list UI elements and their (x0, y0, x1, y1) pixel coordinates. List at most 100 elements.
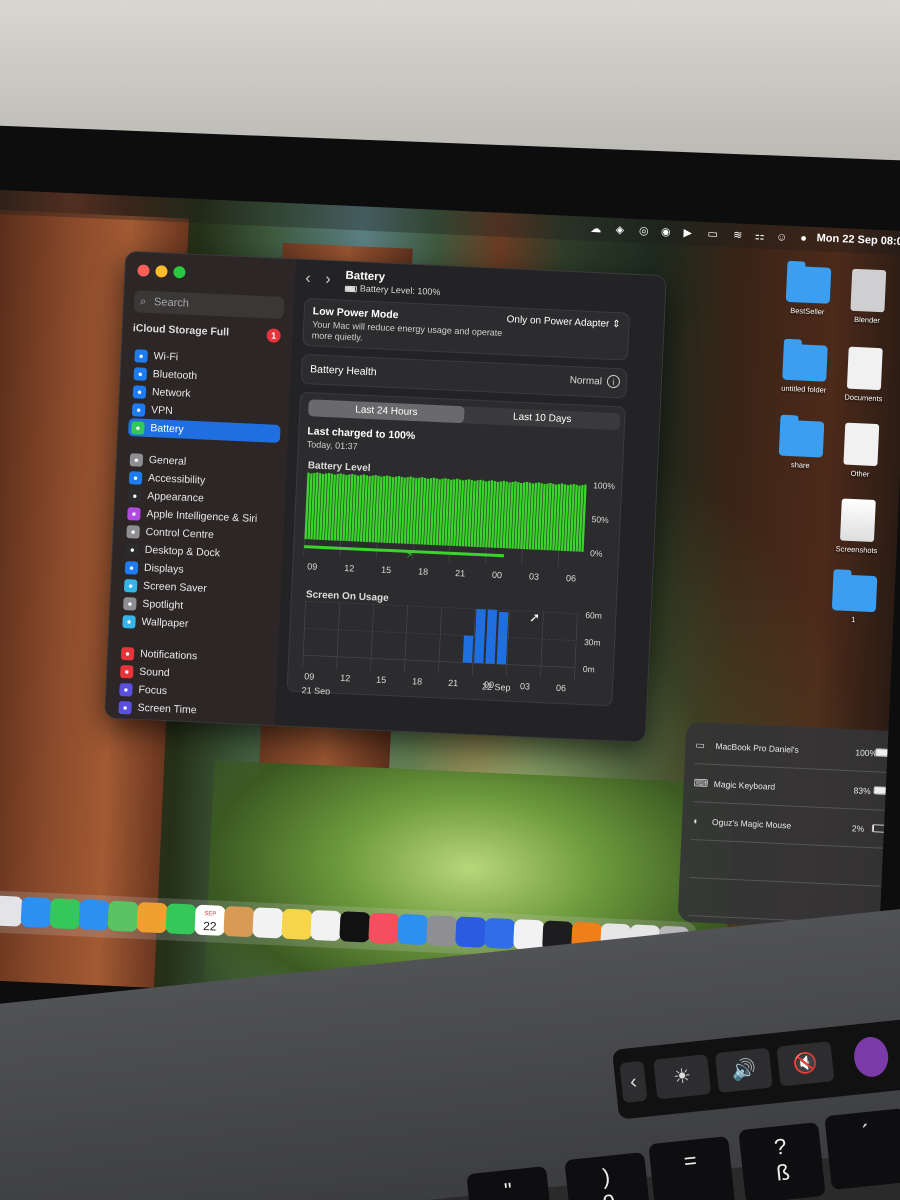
low-power-mode-value: Only on Power Adapter (506, 314, 610, 330)
tv-app-icon[interactable] (339, 911, 371, 943)
desktop-item-documents[interactable]: Documents (833, 346, 895, 404)
screen-saver-icon: ● (123, 579, 138, 593)
vpn-icon: ● (131, 403, 146, 417)
sidebar-item-label: Network (151, 386, 191, 400)
launchpad-app-icon[interactable] (0, 895, 23, 927)
facetime-app-icon[interactable] (165, 903, 197, 935)
sidebar-item-label: Bluetooth (152, 368, 198, 383)
low-power-mode-description: Your Mac will reduce energy usage and op… (311, 319, 503, 343)
sidebar-item-label: Displays (143, 561, 184, 576)
volume-icon[interactable]: 🔊 (714, 1047, 773, 1094)
bluetooth-icon: ● (133, 367, 148, 381)
usage-history-card: Last 24 Hours Last 10 Days Last charged … (286, 391, 626, 707)
desktop-item-share[interactable]: share (770, 419, 832, 471)
nordvpn-app-icon[interactable] (455, 916, 487, 948)
security-icon[interactable]: ◈ (613, 223, 628, 238)
sidebar-item-label: Accessibility (147, 472, 206, 487)
maps-app-icon[interactable] (107, 900, 139, 933)
x-tick-label: 18 (412, 676, 422, 686)
system-settings-app-icon[interactable] (426, 915, 458, 947)
desktop-item-label: Screenshots (835, 544, 878, 556)
keyboard-key[interactable]: = (648, 1136, 736, 1200)
x-tick-label: 09 (307, 561, 317, 571)
photos-app-icon[interactable] (136, 901, 168, 934)
grid-line (370, 604, 374, 671)
battery-health-value: Normal (569, 375, 603, 388)
screen-usage-bar (485, 609, 498, 664)
zoom-window-button[interactable] (173, 265, 186, 279)
keyboard-icon: ⌨ (693, 778, 709, 790)
music-app-icon[interactable] (368, 912, 400, 944)
control-centre-icon[interactable]: ⚏ (752, 229, 767, 244)
touchbar-collapse-key[interactable]: ‹ (619, 1060, 648, 1104)
empty-widget-row (689, 848, 900, 888)
minimize-window-button[interactable] (155, 265, 168, 278)
x-tick-label: 21 (448, 678, 458, 688)
vpn-app-icon[interactable] (484, 917, 516, 950)
icloud-storage-alert[interactable]: iCloud Storage Full 1 (132, 322, 283, 345)
desktop-item-blender[interactable]: Blender (837, 268, 899, 326)
messages-app-icon[interactable] (49, 898, 81, 930)
siri-icon[interactable]: ● (796, 231, 811, 246)
search-input[interactable]: ⌕ Search (133, 290, 285, 319)
desktop-item-1[interactable]: 1 (823, 574, 885, 626)
desktop-item-screenshots[interactable]: Screenshots (826, 498, 888, 556)
screen-usage-bar (496, 611, 509, 665)
device-name: Magic Keyboard (713, 778, 776, 792)
dock-icon: ● (125, 543, 140, 557)
charging-track (304, 545, 504, 558)
x-tick-label: 18 (418, 566, 428, 576)
calendar-app-icon[interactable]: SEP 22 (194, 904, 226, 936)
focus-icon: ● (119, 682, 133, 697)
contacts-app-icon[interactable] (223, 905, 255, 938)
cloud-sync-icon[interactable]: ☁ (589, 222, 604, 237)
keyboard-key[interactable]: ? ß (738, 1122, 826, 1200)
screen-usage-bar (462, 635, 474, 663)
desktop-item-bestseller[interactable]: BestSeller (777, 265, 839, 317)
mac-screen: ☁ ◈ ◎ ◉ ▶ ▭ ≋ ⚏ ☺ ● Mon 22 Sep 08:09 ⌕ S… (0, 190, 900, 1021)
menu-bar-clock[interactable]: Mon 22 Sep 08:09 (816, 232, 900, 248)
desktop-item-other[interactable]: Other (830, 422, 892, 480)
battery-icon (344, 285, 358, 292)
chrome-app-icon[interactable] (513, 919, 545, 951)
folder-icon (831, 574, 878, 613)
brightness-icon[interactable]: ☀ (653, 1054, 712, 1100)
siri-icon[interactable] (852, 1035, 891, 1079)
battery-widget: ▭ MacBook Pro Daniel's 100% ⌨ Magic Keyboard… (677, 721, 900, 932)
reminders-app-icon[interactable] (252, 907, 284, 939)
safari-app-icon[interactable] (20, 896, 52, 929)
mail-app-icon[interactable] (78, 899, 110, 931)
creative-cloud-icon[interactable]: ◎ (636, 224, 651, 239)
forward-chevron-icon[interactable]: › (325, 271, 331, 289)
x-tick-label: 15 (376, 675, 386, 685)
info-icon[interactable]: i (606, 374, 621, 389)
back-chevron-icon[interactable]: ‹ (305, 270, 311, 288)
desktop-item-label: share (790, 460, 810, 471)
charging-bolt-icon: ⚡ (406, 549, 414, 561)
notes-app-icon[interactable] (281, 908, 313, 940)
app-store-app-icon[interactable] (397, 913, 429, 946)
battery-level-subtitle: Battery Level: 100% (344, 283, 441, 297)
user-icon[interactable]: ☺ (774, 230, 789, 245)
close-window-button[interactable] (137, 264, 150, 277)
activity-icon[interactable]: ◉ (658, 225, 673, 240)
siri-icon: ● (127, 507, 141, 521)
battery-icon[interactable]: ▭ (702, 227, 723, 242)
icloud-storage-label: iCloud Storage Full (132, 322, 230, 339)
desktop-item-untitled-folder[interactable]: untitled folder (774, 343, 836, 395)
play-icon[interactable]: ▶ (680, 226, 695, 241)
keyboard-key[interactable]: )0 (564, 1152, 652, 1200)
key-symbol: " (503, 1177, 514, 1200)
mute-icon[interactable]: 🔇 (776, 1041, 835, 1087)
document-icon (846, 346, 883, 391)
folder-icon (778, 419, 825, 458)
screen-time-icon: ● (118, 700, 132, 715)
keyboard-key[interactable]: ´ (824, 1108, 900, 1190)
freeform-app-icon[interactable] (310, 909, 342, 942)
notifications-icon: ● (120, 646, 135, 661)
wifi-icon[interactable]: ≋ (730, 228, 745, 243)
low-power-mode-select[interactable]: Only on Power Adapter ⇕ (506, 314, 620, 330)
screen-usage-bar (474, 609, 486, 664)
sidebar-item-label: Apple Intelligence & Siri (146, 507, 258, 526)
control-centre-icon: ● (126, 525, 140, 539)
